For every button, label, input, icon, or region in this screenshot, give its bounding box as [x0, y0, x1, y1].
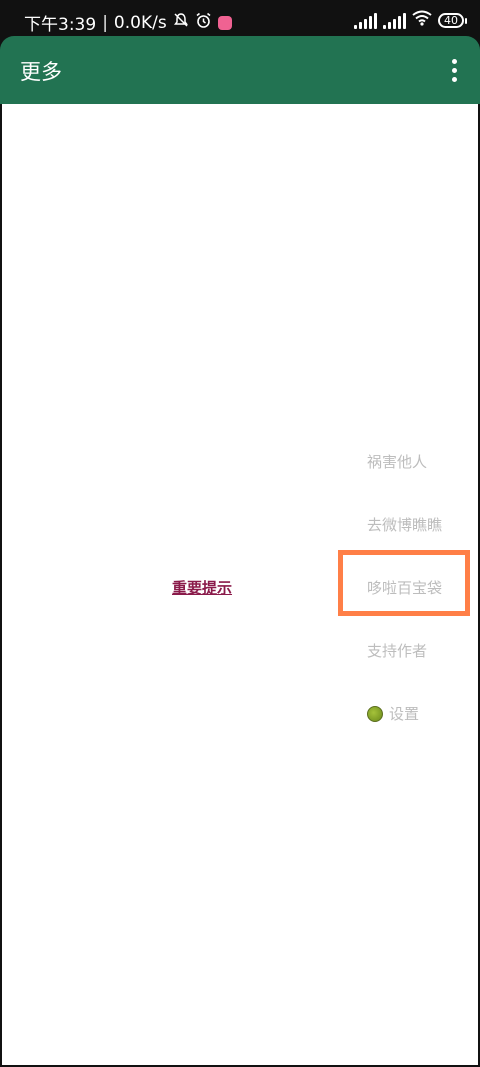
signal-icon [354, 12, 377, 29]
status-right: 40 [354, 10, 467, 31]
status-separator: | [102, 12, 108, 33]
menu-item-visit-weibo[interactable]: 去微博瞧瞧 [367, 514, 442, 535]
app-bar: 更多 [0, 36, 480, 104]
battery-icon: 40 [438, 13, 467, 28]
page-title: 更多 [20, 60, 62, 84]
menu-item-doraemon-pocket[interactable]: 哆啦百宝袋 [367, 577, 442, 598]
menu-item-support-author[interactable]: 支持作者 [367, 640, 427, 661]
wifi-icon [412, 10, 432, 31]
important-notice-link[interactable]: 重要提示 [172, 577, 232, 598]
leaf-icon [367, 705, 383, 722]
app-notification-icon [217, 15, 232, 30]
phone-screen: 下午3:39 | 0.0K/s 40 更多 重要提示 祸害他人 去微博瞧瞧 哆啦… [0, 0, 480, 1067]
more-vert-icon[interactable] [442, 54, 466, 86]
menu-item-harm-others[interactable]: 祸害他人 [367, 451, 427, 472]
status-left: 下午3:39 | 0.0K/s [24, 10, 232, 35]
alarm-icon [195, 12, 212, 34]
status-bar: 下午3:39 | 0.0K/s 40 [0, 0, 480, 40]
mute-icon [173, 12, 189, 33]
settings-label: 设置 [389, 705, 420, 723]
signal-icon [383, 12, 406, 29]
menu-item-settings[interactable]: 设置 [367, 703, 419, 724]
status-time: 下午3:39 [24, 15, 97, 35]
net-speed: 0.0K/s [113, 12, 167, 33]
content-area: 重要提示 祸害他人 去微博瞧瞧 哆啦百宝袋 支持作者 设置 [2, 104, 478, 1065]
battery-level: 40 [444, 14, 458, 27]
